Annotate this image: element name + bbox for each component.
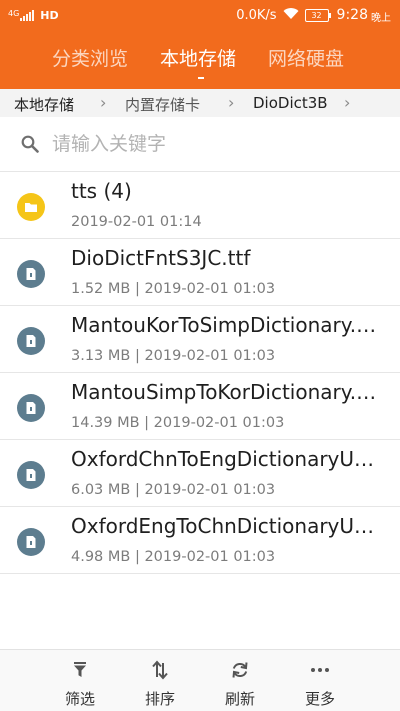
list-item[interactable]: tts (4) 2019-02-01 01:14 (0, 172, 400, 239)
refresh-icon (230, 660, 250, 680)
file-name: DioDictFntS3JC.ttf (71, 246, 251, 270)
wifi-icon (283, 7, 299, 23)
filter-label: 筛选 (64, 690, 95, 708)
sort-button[interactable]: 排序 (120, 650, 200, 711)
breadcrumb-current-folder[interactable]: DioDict3B (253, 94, 328, 112)
filter-button[interactable]: 筛选 (40, 650, 120, 711)
file-icon (17, 461, 45, 489)
list-item[interactable]: DioDictFntS3JC.ttf 1.52 MB | 2019-02-01 … (0, 239, 400, 306)
more-button[interactable]: 更多 (280, 650, 360, 711)
file-list: tts (4) 2019-02-01 01:14 DioDictFntS3JC.… (0, 171, 400, 574)
file-icon (17, 528, 45, 556)
tab-cloud-drive[interactable]: 网络硬盘 (268, 44, 344, 71)
signal-icon (20, 9, 35, 21)
list-item[interactable]: MantouKorToSimpDictionary.mdx 3.13 MB | … (0, 306, 400, 373)
chevron-right-icon: › (228, 93, 235, 112)
file-name: OxfordChnToEngDictionaryUTF8.mdx (71, 447, 381, 471)
file-name: MantouSimpToKorDictionary.mdx (71, 380, 381, 404)
file-meta: 4.98 MB | 2019-02-01 01:03 (71, 549, 276, 565)
status-bar: 4G HD 0.0K/s 32 9:28 晚上 (0, 0, 400, 30)
filter-icon (70, 660, 90, 680)
bottom-toolbar: 筛选 排序 刷新 更多 (0, 649, 400, 711)
list-item[interactable]: OxfordEngToChnDictionaryUTF8.mdx 4.98 MB… (0, 507, 400, 574)
search-bar (0, 117, 400, 171)
more-icon (310, 660, 330, 680)
app-header: 4G HD 0.0K/s 32 9:28 晚上 分类浏览 本地存储 网络硬盘 (0, 0, 400, 89)
list-item[interactable]: OxfordChnToEngDictionaryUTF8.mdx 6.03 MB… (0, 440, 400, 507)
breadcrumb-local-storage[interactable]: 本地存储 (14, 94, 74, 115)
file-meta: 2019-02-01 01:14 (71, 214, 202, 230)
chevron-right-icon: › (344, 93, 351, 112)
tab-category-browse[interactable]: 分类浏览 (52, 44, 128, 71)
sort-label: 排序 (144, 690, 175, 708)
file-name: tts (4) (71, 179, 132, 203)
file-meta: 14.39 MB | 2019-02-01 01:03 (71, 415, 285, 431)
clock-period: 晚上 (371, 12, 391, 24)
file-icon (17, 327, 45, 355)
breadcrumb-internal-storage[interactable]: 内置存储卡 (125, 94, 200, 115)
search-input[interactable] (52, 129, 372, 159)
file-manager-screen: 4G HD 0.0K/s 32 9:28 晚上 分类浏览 本地存储 网络硬盘 本… (0, 0, 400, 711)
status-left: 4G HD (8, 8, 59, 22)
file-icon (17, 260, 45, 288)
battery-icon: 32 (304, 8, 331, 22)
status-right: 0.0K/s 32 9:28 晚上 (236, 6, 391, 24)
file-meta: 3.13 MB | 2019-02-01 01:03 (71, 348, 276, 364)
chevron-right-icon: › (100, 93, 107, 112)
sort-icon (150, 660, 170, 680)
tab-local-storage[interactable]: 本地存储 (160, 44, 236, 71)
search-icon (21, 135, 39, 153)
network-type: 4G (8, 8, 20, 18)
folder-icon (17, 193, 45, 221)
more-label: 更多 (304, 690, 335, 708)
active-tab-indicator (198, 77, 204, 79)
refresh-button[interactable]: 刷新 (200, 650, 280, 711)
refresh-label: 刷新 (224, 690, 255, 708)
file-icon (17, 394, 45, 422)
list-item[interactable]: MantouSimpToKorDictionary.mdx 14.39 MB |… (0, 373, 400, 440)
file-meta: 6.03 MB | 2019-02-01 01:03 (71, 482, 276, 498)
breadcrumb: 本地存储 › 内置存储卡 › DioDict3B › (0, 89, 400, 117)
file-meta: 1.52 MB | 2019-02-01 01:03 (71, 281, 276, 297)
file-name: MantouKorToSimpDictionary.mdx (71, 313, 381, 337)
clock-time: 9:28 (336, 7, 368, 23)
file-name: OxfordEngToChnDictionaryUTF8.mdx (71, 514, 381, 538)
top-tabs: 分类浏览 本地存储 网络硬盘 (0, 30, 400, 89)
hd-indicator: HD (40, 8, 59, 22)
network-speed: 0.0K/s (236, 7, 277, 23)
